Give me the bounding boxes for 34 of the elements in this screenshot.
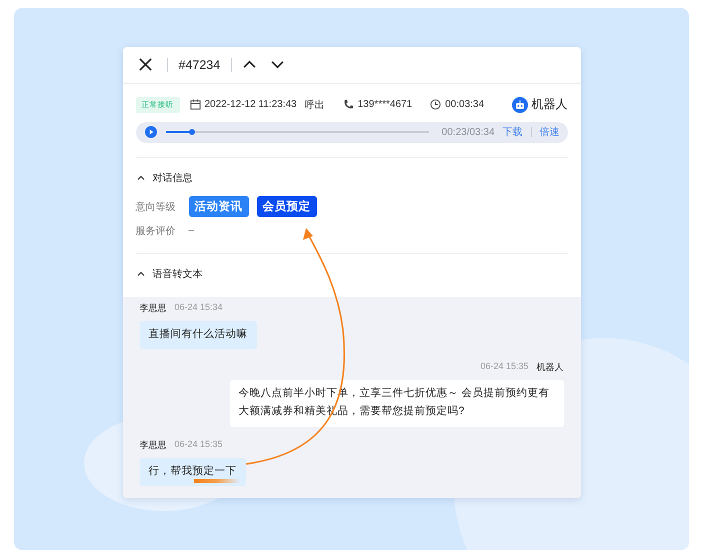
intent-tag[interactable]: 会员预定 xyxy=(256,196,316,217)
highlight-bar xyxy=(194,479,240,483)
section-toggle[interactable]: 对话信息 xyxy=(136,170,568,184)
message-time: 06-24 15:34 xyxy=(174,302,223,314)
calendar-icon xyxy=(190,99,200,110)
ticket-number: #47234 xyxy=(178,58,220,72)
robot-icon xyxy=(512,96,528,112)
sender-name: 李思思 xyxy=(140,438,166,452)
section-toggle[interactable]: 语音转文本 xyxy=(136,266,568,280)
sender-name: 机器人 xyxy=(536,360,564,374)
player-link[interactable]: 倍速 xyxy=(540,125,560,139)
clock-icon xyxy=(430,99,442,110)
field-label: 服务评价 xyxy=(136,224,176,238)
chevron-down-icon[interactable] xyxy=(271,60,284,70)
message-bubble: 行，帮我预定一下 xyxy=(140,458,246,486)
call-duration: 00:03:34 xyxy=(445,99,484,110)
play-icon[interactable] xyxy=(144,126,156,138)
field-label: 意向等级 xyxy=(136,200,176,214)
phone-icon xyxy=(342,99,354,110)
playback-time: 00:23/03:34 xyxy=(442,126,494,138)
field-value: – xyxy=(188,225,194,236)
message-time: 06-24 15:35 xyxy=(480,360,528,373)
message-bubble: 直播间有什么活动嘛 xyxy=(140,320,256,349)
sender-name: 李思思 xyxy=(140,302,166,314)
call-datetime: 2022-12-12 11:23:43 xyxy=(204,99,297,110)
message-time: 06-24 15:35 xyxy=(174,438,223,451)
chevron-up-icon[interactable] xyxy=(243,60,256,70)
player-link[interactable]: 下载 xyxy=(502,125,522,139)
agent-name: 机器人 xyxy=(532,96,568,113)
close-icon[interactable] xyxy=(138,58,152,72)
intent-tag[interactable]: 活动资讯 xyxy=(188,196,248,217)
progress-thumb[interactable] xyxy=(188,129,195,135)
phone-number: 139****4671 xyxy=(358,99,412,110)
call-direction: 呼出 xyxy=(304,98,325,112)
